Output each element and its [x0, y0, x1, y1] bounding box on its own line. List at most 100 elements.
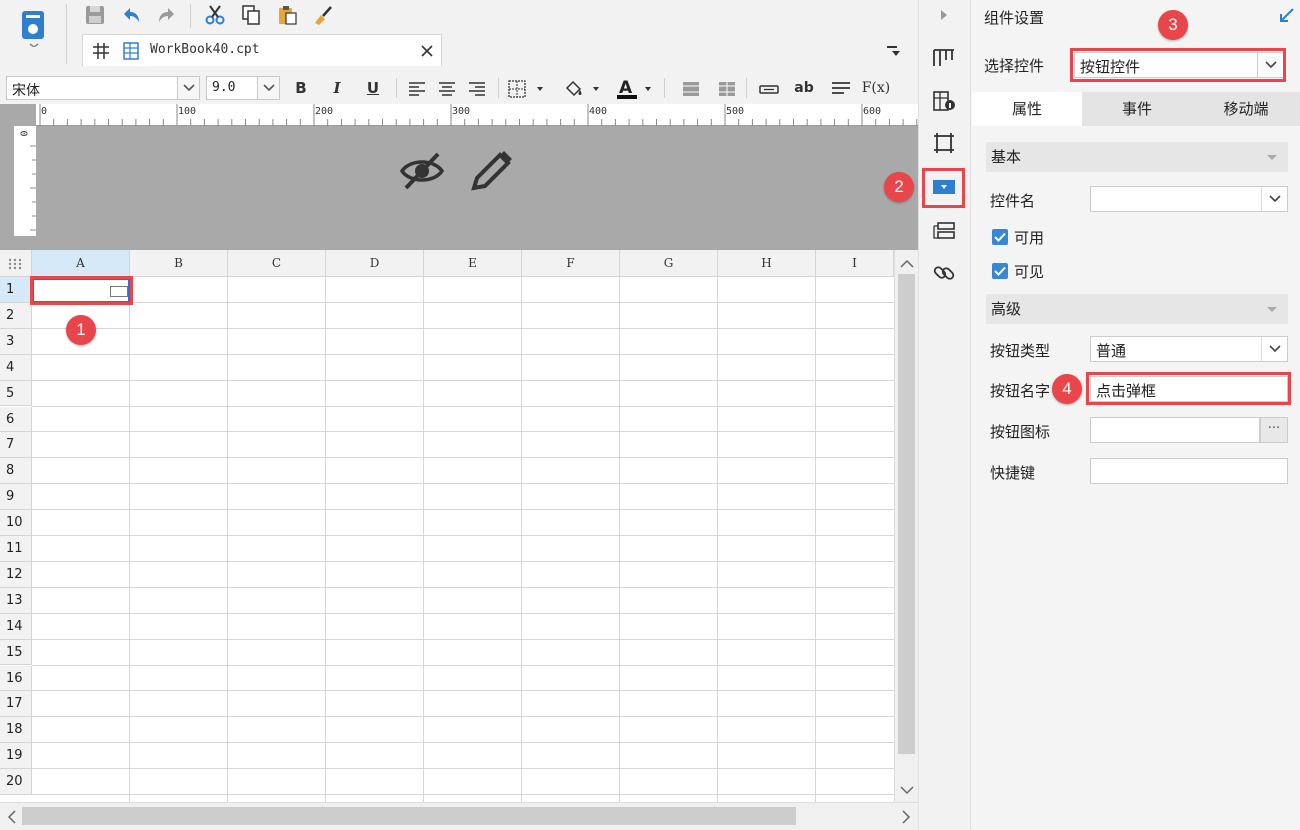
column-gridline: [423, 277, 424, 802]
tab-mobile[interactable]: 移动端: [1192, 92, 1300, 126]
edit-pencil-icon[interactable]: [468, 148, 514, 192]
column-header-e[interactable]: E: [424, 250, 522, 277]
row-header[interactable]: 10: [0, 510, 32, 536]
enabled-checkbox[interactable]: 可用: [990, 227, 1080, 249]
column-header-d[interactable]: D: [326, 250, 424, 277]
button-icon-input[interactable]: [1090, 417, 1260, 443]
scroll-left-icon[interactable]: [2, 805, 22, 829]
tab-events[interactable]: 事件: [1082, 92, 1192, 126]
row-gridline: [32, 612, 894, 614]
row-header[interactable]: 5: [0, 380, 32, 407]
row-header[interactable]: 8: [0, 458, 32, 485]
format-painter-icon[interactable]: [310, 2, 336, 28]
horizontal-scrollbar[interactable]: [0, 802, 918, 830]
scroll-up-icon[interactable]: [895, 254, 919, 274]
row-header[interactable]: 17: [0, 691, 32, 718]
cell-attribute-icon[interactable]: [931, 44, 957, 70]
column-header-h[interactable]: H: [718, 250, 816, 277]
underline-button[interactable]: U: [362, 76, 384, 100]
borders-icon[interactable]: [506, 76, 546, 102]
tab-menu-icon[interactable]: [880, 38, 906, 64]
chevron-down-icon: [1261, 337, 1287, 361]
column-header-f[interactable]: F: [522, 250, 620, 277]
column-header-a[interactable]: A: [32, 250, 130, 277]
wrap-text-button[interactable]: ab: [790, 76, 818, 100]
row-header[interactable]: 1: [0, 277, 32, 303]
horizontal-scroll-thumb[interactable]: [22, 807, 796, 825]
paragraph-icon[interactable]: [828, 76, 854, 102]
highlight-cell-a1: [30, 276, 133, 305]
close-tab-icon[interactable]: [414, 38, 440, 64]
button-type-select[interactable]: 普通: [1090, 336, 1288, 362]
advanced-section-header[interactable]: 高级: [986, 294, 1288, 324]
scroll-right-icon[interactable]: [896, 805, 916, 829]
button-type-label: 按钮类型: [990, 342, 1051, 360]
document-tab[interactable]: WorkBook40.cpt: [82, 34, 442, 66]
italic-button[interactable]: I: [326, 76, 348, 100]
paste-icon[interactable]: [274, 2, 300, 28]
row-header[interactable]: 7: [0, 432, 32, 459]
vertical-scroll-thumb[interactable]: [898, 274, 915, 754]
align-center-icon[interactable]: [434, 76, 460, 102]
font-color-icon[interactable]: A: [614, 76, 654, 102]
row-header[interactable]: 4: [0, 354, 32, 381]
shortcut-label: 快捷键: [990, 464, 1036, 482]
button-icon-browse-button[interactable]: ···: [1260, 417, 1288, 443]
row-header[interactable]: 18: [0, 717, 32, 744]
row-header[interactable]: 12: [0, 561, 32, 588]
row-gridline: [32, 405, 894, 407]
row-header[interactable]: 13: [0, 587, 32, 614]
condition-attribute-icon[interactable]: [931, 218, 957, 244]
formula-button[interactable]: F(x): [860, 76, 892, 100]
row-gridline: [32, 457, 894, 459]
copy-icon[interactable]: [238, 2, 264, 28]
row-header[interactable]: 19: [0, 743, 32, 770]
row-header[interactable]: 11: [0, 536, 32, 562]
visible-checkbox[interactable]: 可见: [990, 261, 1080, 283]
merge-cells-icon[interactable]: [678, 76, 704, 102]
app-logo-icon[interactable]: [18, 8, 50, 48]
hide-preview-icon[interactable]: [398, 150, 446, 192]
redo-icon[interactable]: [154, 2, 180, 28]
row-header[interactable]: 16: [0, 665, 32, 692]
column-header-i[interactable]: I: [816, 250, 894, 277]
row-header[interactable]: 15: [0, 639, 32, 666]
save-icon[interactable]: [82, 2, 108, 28]
column-header-c[interactable]: C: [228, 250, 326, 277]
row-header[interactable]: 14: [0, 613, 32, 640]
collapse-arrow-icon[interactable]: [931, 2, 957, 28]
dock-panel-icon[interactable]: [1276, 6, 1296, 26]
float-element-icon[interactable]: [931, 130, 957, 156]
column-gridline: [129, 277, 130, 802]
tab-properties[interactable]: 属性: [972, 92, 1082, 126]
font-family-select[interactable]: 宋体: [6, 76, 200, 100]
cell-element-icon[interactable]: [931, 88, 957, 114]
fill-color-icon[interactable]: [562, 76, 602, 102]
cut-icon[interactable]: [202, 2, 228, 28]
column-gridline: [717, 277, 718, 802]
select-all-corner[interactable]: [0, 250, 32, 277]
basic-section-header[interactable]: 基本: [986, 142, 1288, 172]
bold-button[interactable]: B: [290, 76, 312, 100]
control-name-input[interactable]: [1090, 186, 1288, 212]
row-header[interactable]: 9: [0, 484, 32, 511]
undo-icon[interactable]: [118, 2, 144, 28]
unmerge-cells-icon[interactable]: [714, 76, 740, 102]
annotation-badge-4: 4: [1052, 374, 1082, 404]
align-left-icon[interactable]: [404, 76, 430, 102]
column-gridline: [521, 277, 522, 802]
font-size-select[interactable]: 9.0: [206, 76, 280, 100]
row-header[interactable]: 2: [0, 302, 32, 329]
vertical-scrollbar[interactable]: [894, 250, 918, 802]
hyperlink-icon[interactable]: [931, 260, 957, 286]
row-header[interactable]: 20: [0, 769, 32, 795]
row-header[interactable]: 6: [0, 406, 32, 433]
visible-label: 可见: [1014, 263, 1045, 281]
shortcut-input[interactable]: [1090, 458, 1288, 484]
column-header-g[interactable]: G: [620, 250, 718, 277]
row-header[interactable]: 3: [0, 328, 32, 355]
scroll-down-icon[interactable]: [895, 780, 919, 800]
align-right-icon[interactable]: [464, 76, 490, 102]
insert-widget-icon[interactable]: [756, 76, 782, 102]
column-header-b[interactable]: B: [130, 250, 228, 277]
